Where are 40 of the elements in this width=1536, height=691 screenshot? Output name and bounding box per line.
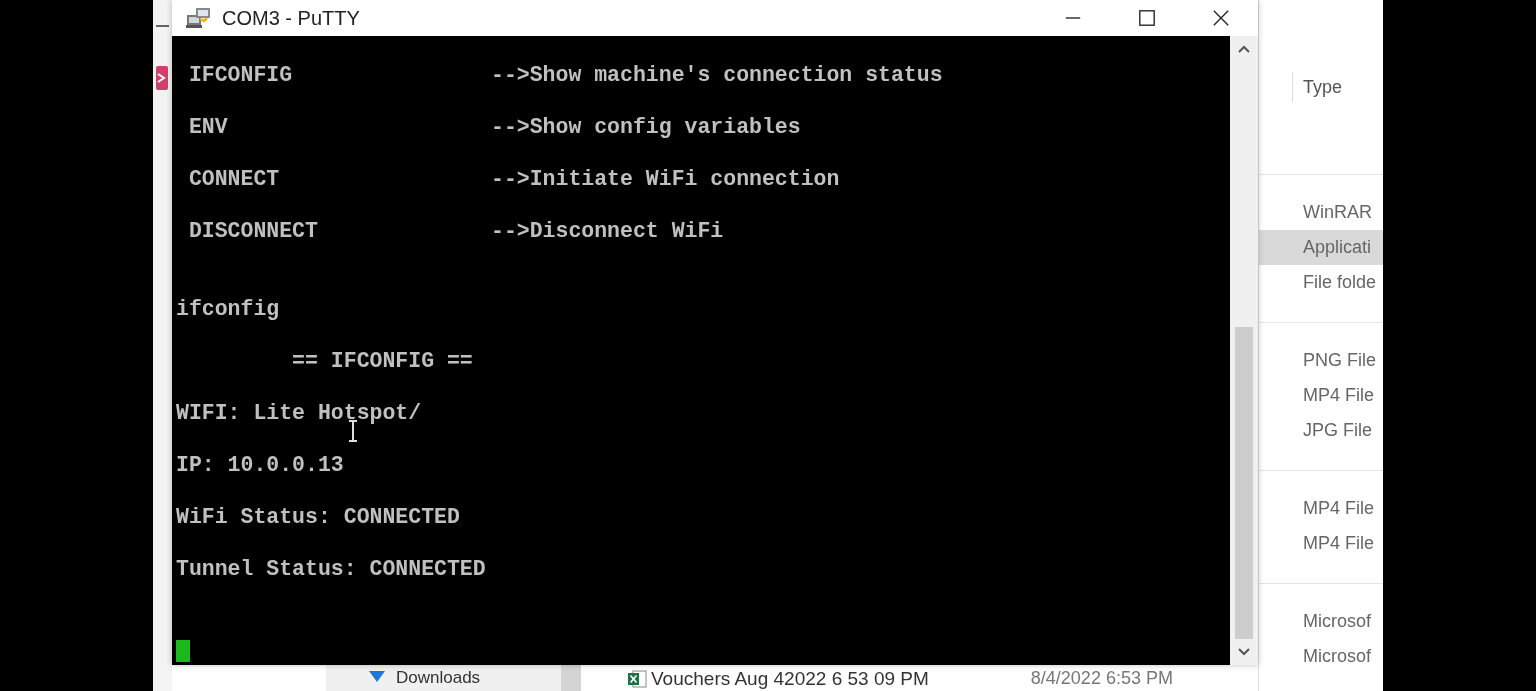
maximize-icon[interactable] — [1138, 9, 1156, 27]
file-type-cell[interactable]: WinRAR — [1259, 195, 1383, 230]
column-header[interactable]: Type — [1303, 76, 1343, 98]
scroll-down-icon[interactable] — [1238, 648, 1250, 656]
command-description: -->Show machine's connection status — [491, 63, 943, 89]
command-description: -->Show config variables — [491, 115, 801, 141]
scrollbar[interactable] — [1230, 36, 1258, 665]
folder-label[interactable]: Downloads — [396, 668, 481, 691]
window-title: COM3 - PuTTY — [222, 6, 360, 30]
file-type-cell[interactable]: MP4 File — [1259, 378, 1383, 413]
scrollbar[interactable] — [561, 665, 581, 691]
file-type-cell[interactable]: Applicati — [1259, 230, 1383, 265]
file-type-cell[interactable]: File folde — [1259, 265, 1383, 300]
terminal-cursor — [176, 640, 190, 662]
command-name: ENV — [187, 115, 229, 141]
terminal-line: WIFI: Lite Hotspot/ — [176, 401, 422, 425]
file-type-cell[interactable]: Microsof — [1259, 639, 1383, 674]
terminal-line: Tunnel Status: CONNECTED — [176, 557, 486, 581]
app-icon — [156, 66, 168, 90]
file-type-cell[interactable]: MP4 File — [1259, 526, 1383, 561]
computer-icon — [186, 7, 212, 29]
terminal-line: WiFi Status: CONNECTED — [176, 505, 460, 529]
file-type-cell[interactable]: JPG File — [1259, 413, 1383, 448]
scroll-up-icon[interactable] — [1238, 45, 1250, 53]
terminal-line: ifconfig — [176, 297, 280, 321]
file-type-cell[interactable]: PNG File — [1259, 343, 1383, 378]
terminal-line: == IFCONFIG == — [291, 349, 473, 373]
command-name: IFCONFIG — [187, 63, 294, 89]
file-date: 8/4/2022 6:53 PM — [1030, 668, 1173, 690]
command-description: -->Initiate WiFi connection — [491, 167, 840, 193]
command-description: -->Disconnect WiFi — [491, 219, 724, 245]
scroll-thumb[interactable] — [1235, 327, 1253, 639]
file-type-cell[interactable]: Microsof — [1259, 604, 1383, 639]
file-type-cell[interactable]: MP4 File — [1259, 491, 1383, 526]
download-icon — [366, 669, 388, 683]
file-name[interactable]: Vouchers Aug 42022 6 53 09 PM — [651, 668, 929, 691]
close-icon[interactable] — [1212, 9, 1230, 27]
command-name: DISCONNECT — [187, 219, 319, 245]
command-name: CONNECT — [187, 167, 281, 193]
terminal-line: IP: 10.0.0.13 — [176, 453, 344, 477]
